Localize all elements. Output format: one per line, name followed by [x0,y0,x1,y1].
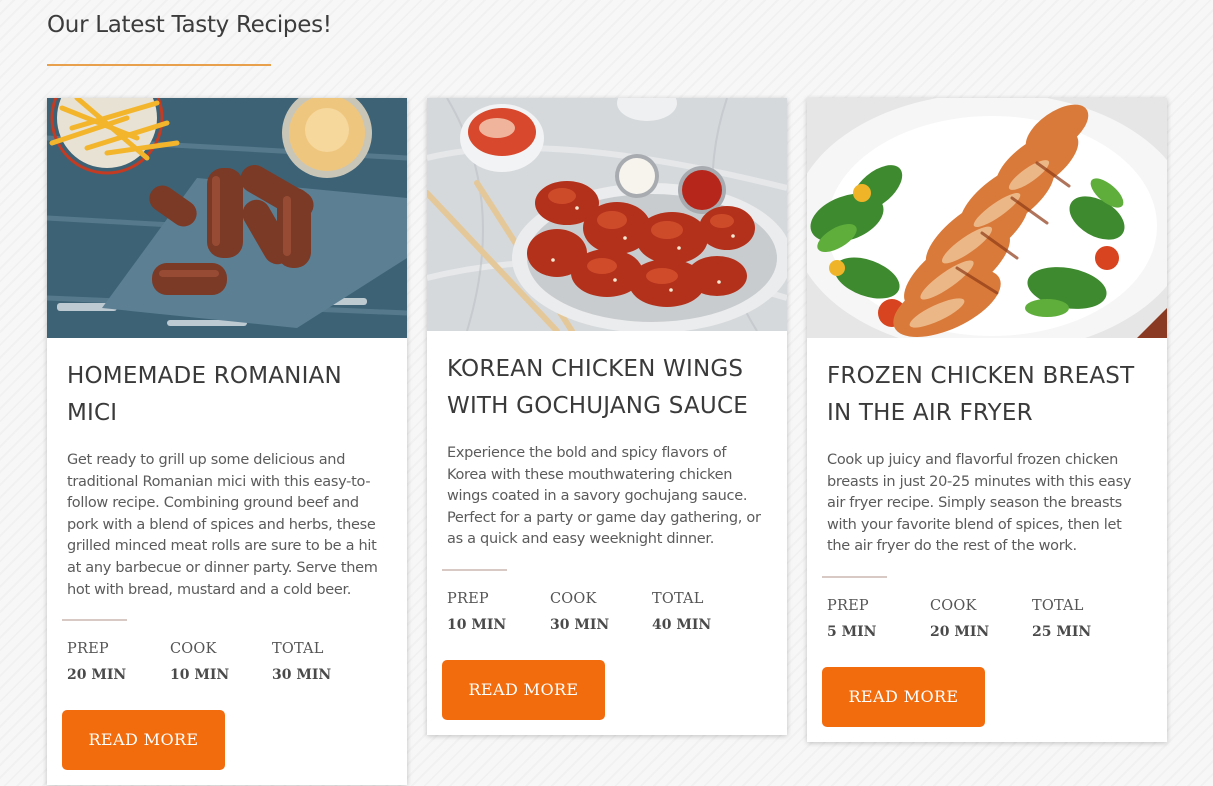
recipe-title[interactable]: HOMEMADE ROMANIAN MICI [67,358,387,432]
total-label: TOTAL [652,590,704,607]
recipe-image-air-fryer-chicken[interactable] [807,98,1167,338]
title-underline [47,64,271,66]
prep-time: PREP 5 MIN [827,598,930,640]
total-value: 30 MIN [272,667,332,684]
recipe-title[interactable]: KOREAN CHICKEN WINGS WITH GOCHUJANG SAUC… [447,351,767,425]
recipe-times: PREP 5 MIN COOK 20 MIN TOTAL 25 MIN [827,598,1147,640]
recipe-description: Experience the bold and spicy flavors of… [447,445,761,548]
total-value: 25 MIN [1032,623,1092,640]
divider [62,619,127,622]
prep-time: PREP 20 MIN [67,641,170,683]
total-time: TOTAL 25 MIN [1032,598,1135,640]
total-time: TOTAL 30 MIN [272,641,375,683]
recipe-card-air-fryer-chicken: FROZEN CHICKEN BREAST IN THE AIR FRYER C… [807,98,1167,742]
section-title: Our Latest Tasty Recipes! [47,12,332,38]
read-more-button[interactable]: READ MORE [442,659,605,720]
recipe-card-korean-wings: KOREAN CHICKEN WINGS WITH GOCHUJANG SAUC… [427,98,787,735]
read-more-button[interactable]: READ MORE [62,710,225,771]
recipe-times: PREP 20 MIN COOK 10 MIN TOTAL 30 MIN [67,641,387,683]
cook-time: COOK 10 MIN [170,641,272,683]
total-label: TOTAL [1032,597,1084,614]
recipe-description: Get ready to grill up some delicious and… [67,452,378,598]
cook-label: COOK [550,590,597,607]
cook-label: COOK [930,597,977,614]
prep-value: 20 MIN [67,667,127,684]
recipe-description: Cook up juicy and flavorful frozen chick… [827,452,1132,555]
total-time: TOTAL 40 MIN [652,591,755,633]
divider [822,575,887,578]
cook-value: 10 MIN [170,667,230,684]
cook-label: COOK [170,641,217,658]
cook-value: 30 MIN [550,616,610,633]
total-value: 40 MIN [652,616,712,633]
read-more-button[interactable]: READ MORE [822,666,985,727]
prep-time: PREP 10 MIN [447,591,550,633]
recipe-image-korean-wings[interactable] [427,98,787,331]
cook-value: 20 MIN [930,623,990,640]
total-label: TOTAL [272,641,324,658]
prep-value: 10 MIN [447,616,507,633]
recipe-title[interactable]: FROZEN CHICKEN BREAST IN THE AIR FRYER [827,358,1147,432]
cook-time: COOK 30 MIN [550,591,652,633]
divider [442,568,507,571]
prep-label: PREP [67,641,109,658]
recipe-times: PREP 10 MIN COOK 30 MIN TOTAL 40 MIN [447,591,767,633]
recipe-card-mici: HOMEMADE ROMANIAN MICI Get ready to gril… [47,98,407,786]
prep-label: PREP [447,590,489,607]
prep-label: PREP [827,597,869,614]
prep-value: 5 MIN [827,623,877,640]
recipe-image-mici[interactable] [47,98,407,338]
cook-time: COOK 20 MIN [930,598,1032,640]
